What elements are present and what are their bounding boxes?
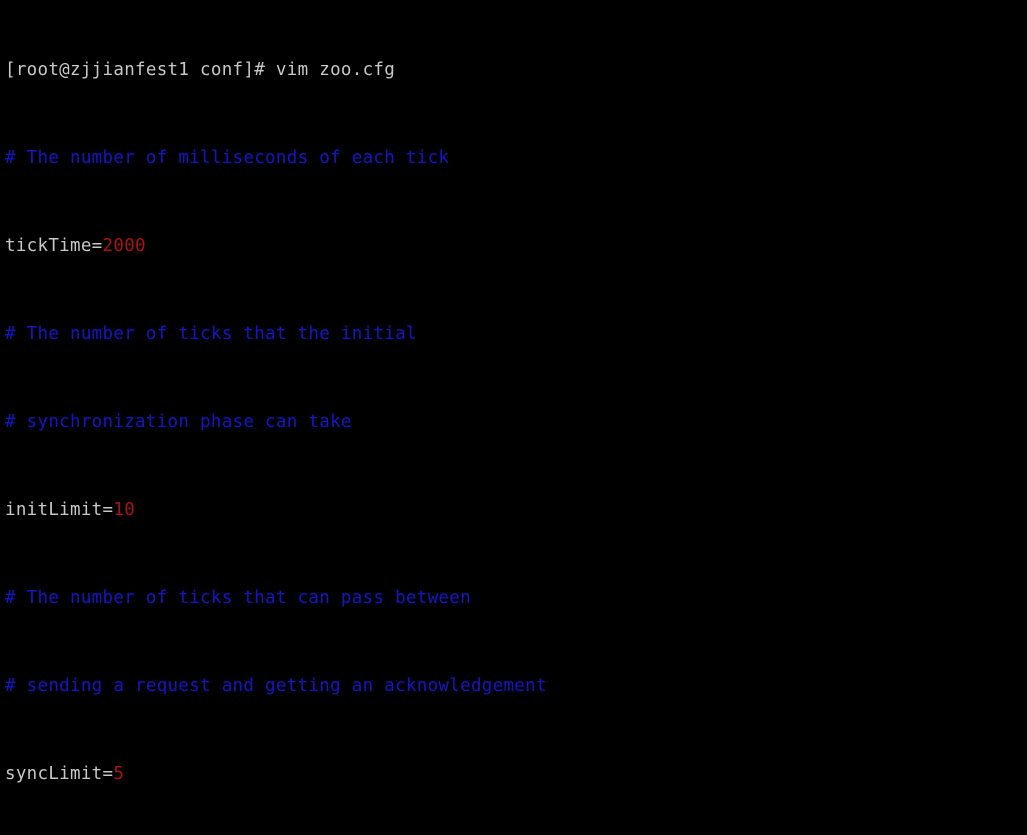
line-comment: # The number of ticks that the initial [5, 324, 417, 344]
line-comment: # The number of ticks that can pass betw… [5, 588, 471, 608]
setting-key: syncLimit= [5, 764, 114, 784]
editor-line: syncLimit=5 [0, 763, 1027, 785]
terminal-screen: [root@zjjianfest1 conf]# vim zoo.cfg # T… [0, 0, 1027, 835]
line-comment: # synchronization phase can take [5, 412, 352, 432]
editor-line: # sending a request and getting an ackno… [0, 675, 1027, 697]
editor-line: # The number of milliseconds of each tic… [0, 147, 1027, 169]
editor-line: # The number of ticks that can pass betw… [0, 587, 1027, 609]
editor-line: tickTime=2000 [0, 235, 1027, 257]
setting-value: 5 [113, 764, 125, 784]
terminal-window[interactable]: [root@zjjianfest1 conf]# vim zoo.cfg # T… [0, 0, 1027, 835]
setting-value: 10 [113, 500, 136, 520]
setting-key: initLimit= [5, 500, 114, 520]
setting-value: 2000 [102, 236, 146, 256]
editor-line: # synchronization phase can take [0, 411, 1027, 433]
shell-prompt: [root@zjjianfest1 conf]# [5, 60, 266, 80]
line-comment: # The number of milliseconds of each tic… [5, 148, 450, 168]
line-comment: # sending a request and getting an ackno… [5, 676, 547, 696]
setting-key: tickTime= [5, 236, 103, 256]
shell-command: vim zoo.cfg [265, 60, 396, 80]
editor-line: initLimit=10 [0, 499, 1027, 521]
editor-line: # The number of ticks that the initial [0, 323, 1027, 345]
shell-prompt-line: [root@zjjianfest1 conf]# vim zoo.cfg [0, 59, 1027, 81]
